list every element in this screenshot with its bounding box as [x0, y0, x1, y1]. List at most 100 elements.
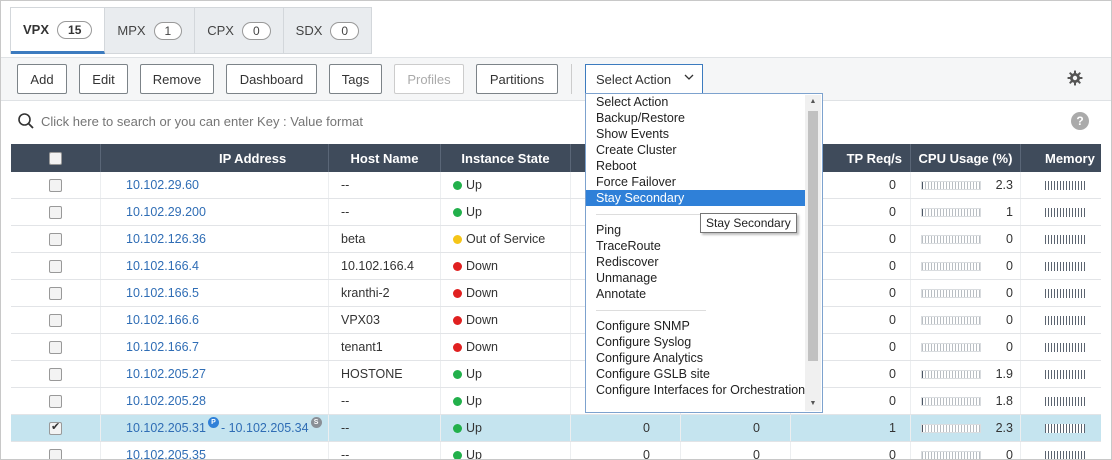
menu-item-annotate[interactable]: Annotate: [586, 286, 806, 302]
row-select-cell: [11, 253, 101, 279]
ip-address-link[interactable]: 10.102.205.28: [126, 394, 206, 408]
table-row[interactable]: 10.102.166.5 kranthi-2 Down 0 0: [11, 280, 1101, 307]
scroll-down-icon[interactable]: ▼: [805, 397, 821, 411]
row-checkbox[interactable]: [49, 394, 62, 408]
row-checkbox[interactable]: [49, 313, 62, 327]
menu-item-configure-interfaces-for-orchestration[interactable]: Configure Interfaces for Orchestration: [586, 382, 806, 398]
row-checkbox[interactable]: [49, 178, 62, 192]
status-dot-icon: [453, 207, 462, 217]
table-row[interactable]: 10.102.29.60 -- Up 0 2.3: [11, 172, 1101, 199]
table-row[interactable]: 10.102.166.4 10.102.166.4 Down 0 0: [11, 253, 1101, 280]
menu-item-traceroute[interactable]: TraceRoute: [586, 238, 806, 254]
menu-item-reboot[interactable]: Reboot: [586, 158, 806, 174]
select-action-dropdown[interactable]: Select Action: [585, 64, 703, 94]
add-button[interactable]: Add: [17, 64, 67, 94]
row-checkbox[interactable]: [49, 205, 62, 219]
menu-item-unmanage[interactable]: Unmanage: [586, 270, 806, 286]
table-row[interactable]: 10.102.205.27 HOSTONE Up 0 1.9: [11, 361, 1101, 388]
menu-item-configure-snmp[interactable]: Configure SNMP: [586, 318, 806, 334]
host-name-cell: kranthi-2: [329, 280, 441, 306]
row-checkbox[interactable]: [49, 340, 62, 354]
status-dot-icon: [453, 288, 462, 298]
tab-sdx[interactable]: SDX 0: [284, 8, 371, 53]
ip-address-link[interactable]: 10.102.29.60: [126, 178, 199, 192]
header-ip-address[interactable]: IP Address: [101, 144, 329, 172]
profiles-button[interactable]: Profiles: [394, 64, 464, 94]
ip-address-link[interactable]: 10.102.205.27: [126, 367, 206, 381]
table-row[interactable]: 10.102.126.36 beta Out of Service 0 0: [11, 226, 1101, 253]
instance-state-text: Down: [466, 313, 498, 327]
tab-mpx[interactable]: MPX 1: [105, 8, 196, 53]
table-row[interactable]: 10.102.166.7 tenant1 Down 0 0: [11, 334, 1101, 361]
ip-address-link[interactable]: 10.102.205.31: [126, 421, 206, 435]
ip-address-secondary-link[interactable]: 10.102.205.34: [229, 421, 309, 435]
ip-address-link[interactable]: 10.102.205.35: [126, 448, 206, 459]
menu-item-backup-restore[interactable]: Backup/Restore: [586, 110, 806, 126]
table-row[interactable]: 10.102.205.31P- 10.102.205.34S--Up0012.3: [11, 415, 1101, 442]
dashboard-button[interactable]: Dashboard: [226, 64, 317, 94]
tab-cpx[interactable]: CPX 0: [195, 8, 284, 53]
instances-panel: VPX 15 MPX 1 CPX 0 SDX 0 Add Edit Remove…: [0, 0, 1112, 460]
ip-address-link[interactable]: 10.102.166.4: [126, 259, 199, 273]
ip-address-link[interactable]: 10.102.166.6: [126, 313, 199, 327]
gear-icon[interactable]: [1067, 70, 1083, 86]
menu-item-configure-analytics[interactable]: Configure Analytics: [586, 350, 806, 366]
row-checkbox[interactable]: [49, 367, 62, 381]
host-name-cell: --: [329, 388, 441, 414]
cpu-usage-cell: 1.9: [911, 361, 1021, 387]
select-action-menu: Select Action Backup/Restore Show Events Cr…: [585, 93, 823, 413]
ip-cell: 10.102.29.200: [101, 199, 329, 225]
tab-vpx[interactable]: VPX 15: [11, 8, 106, 54]
menu-item-create-cluster[interactable]: Create Cluster: [586, 142, 806, 158]
cpu-usage-fill: [922, 370, 924, 378]
scroll-up-icon[interactable]: ▲: [805, 95, 821, 109]
memory-cell: [1021, 388, 1101, 414]
ip-address-link[interactable]: 10.102.126.36: [126, 232, 206, 246]
row-checkbox[interactable]: [49, 420, 62, 435]
row-checkbox[interactable]: [49, 259, 62, 273]
tp-req-cell: 0: [791, 442, 911, 459]
menu-scrollbar[interactable]: ▲ ▼: [805, 95, 821, 411]
cpu-usage-cell: 0: [911, 307, 1021, 333]
instance-state-text: Down: [466, 259, 498, 273]
cpu-usage-value: 0: [1006, 286, 1013, 300]
scroll-thumb[interactable]: [808, 111, 818, 361]
menu-item-select-action[interactable]: Select Action: [586, 94, 806, 110]
status-dot-icon: [453, 180, 462, 190]
menu-item-configure-gslb-site[interactable]: Configure GSLB site: [586, 366, 806, 382]
chevron-down-icon: [684, 74, 694, 80]
instance-state-cell: Down: [441, 334, 571, 360]
row-checkbox[interactable]: [49, 448, 62, 459]
menu-item-stay-secondary[interactable]: Stay Secondary: [586, 190, 806, 206]
select-all-checkbox[interactable]: [49, 151, 62, 165]
menu-item-force-failover[interactable]: Force Failover: [586, 174, 806, 190]
ip-address-link[interactable]: 10.102.166.7: [126, 340, 199, 354]
row-checkbox[interactable]: [49, 286, 62, 300]
table-row[interactable]: 10.102.29.200 -- Up 0 1: [11, 199, 1101, 226]
partitions-button[interactable]: Partitions: [476, 64, 558, 94]
header-instance-state[interactable]: Instance State: [441, 144, 571, 172]
help-icon[interactable]: ?: [1071, 112, 1089, 130]
menu-item-show-events[interactable]: Show Events: [586, 126, 806, 142]
host-name-cell: --: [329, 442, 441, 459]
ip-cell: 10.102.29.60: [101, 172, 329, 198]
row-checkbox[interactable]: [49, 232, 62, 246]
menu-item-rediscover[interactable]: Rediscover: [586, 254, 806, 270]
header-memory[interactable]: Memory: [1021, 144, 1101, 172]
memory-bar: [1045, 234, 1085, 244]
remove-button[interactable]: Remove: [140, 64, 214, 94]
ip-address-link[interactable]: 10.102.166.5: [126, 286, 199, 300]
instance-state-text: Up: [466, 205, 482, 219]
table-row[interactable]: 10.102.166.6 VPX03 Down 0 0: [11, 307, 1101, 334]
table-row[interactable]: 10.102.205.28 -- Up 0 1.8: [11, 388, 1101, 415]
table-row[interactable]: 10.102.205.35 -- Up 0 0 0 0: [11, 442, 1101, 459]
menu-item-configure-syslog[interactable]: Configure Syslog: [586, 334, 806, 350]
cpu-usage-cell: 0: [911, 334, 1021, 360]
tags-button[interactable]: Tags: [329, 64, 382, 94]
ip-cell: 10.102.205.35: [101, 442, 329, 459]
ip-address-link[interactable]: 10.102.29.200: [126, 205, 206, 219]
header-host-name[interactable]: Host Name: [329, 144, 441, 172]
memory-bar: [1045, 369, 1085, 379]
edit-button[interactable]: Edit: [79, 64, 128, 94]
header-cpu-usage[interactable]: CPU Usage (%): [911, 144, 1021, 172]
